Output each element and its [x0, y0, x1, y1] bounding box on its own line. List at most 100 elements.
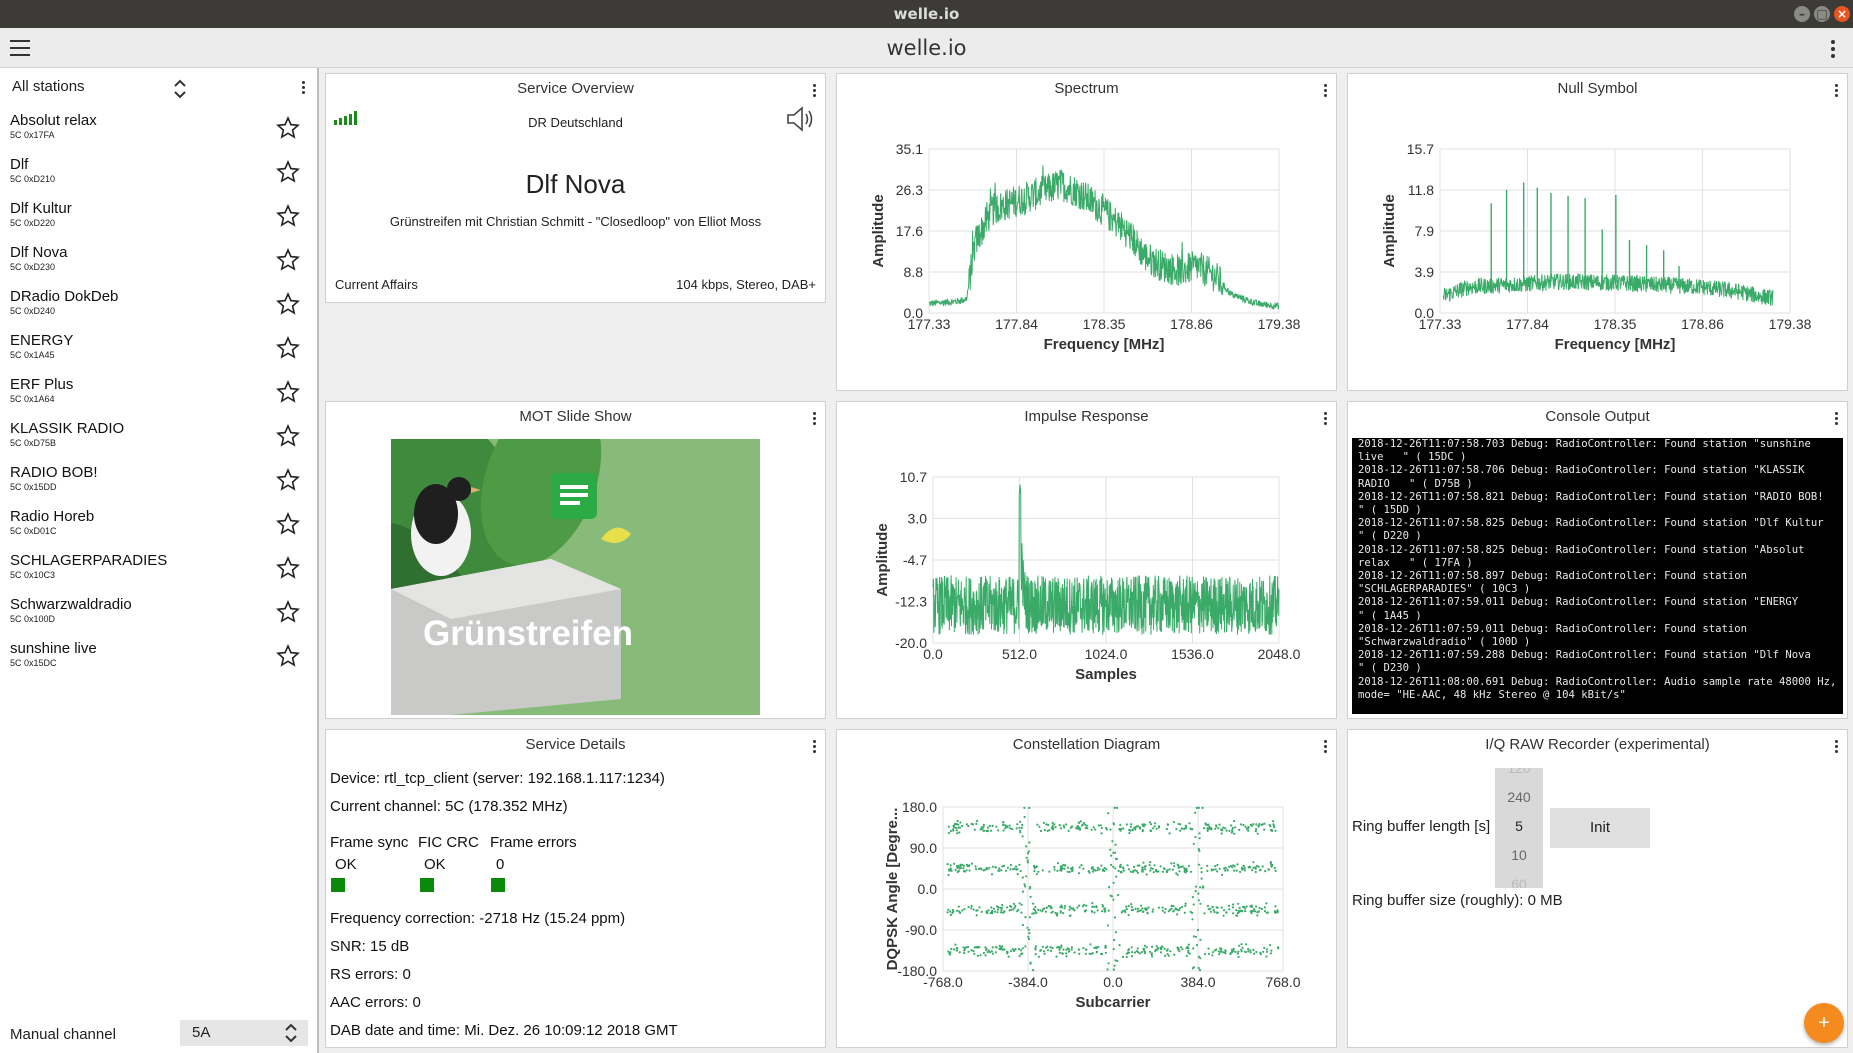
favorite-star-icon[interactable]: [276, 512, 300, 536]
constellation-point: [949, 829, 952, 833]
y-axis-label: Amplitude: [870, 194, 887, 267]
station-item[interactable]: Schwarzwaldradio 5C 0x100D: [10, 596, 310, 640]
console-log[interactable]: 2018-12-26T11:07:58.703 Debug: RadioCont…: [1352, 438, 1843, 714]
constellation-point: [1053, 868, 1056, 871]
station-id: 0xD230: [24, 262, 56, 272]
x-axis-label: Subcarrier: [1075, 994, 1150, 1011]
station-item[interactable]: Dlf Kultur 5C 0xD220: [10, 200, 310, 244]
station-item[interactable]: ENERGY 5C 0x1A45: [10, 332, 310, 376]
constellation-point: [1247, 829, 1250, 832]
station-item[interactable]: ERF Plus 5C 0x1A64: [10, 376, 310, 420]
constellation-point: [1224, 949, 1227, 952]
favorite-star-icon[interactable]: [276, 116, 300, 140]
panel-menu-icon[interactable]: [813, 740, 817, 755]
constellation-point: [1075, 827, 1078, 830]
close-icon[interactable]: ×: [1834, 6, 1850, 22]
favorite-star-icon[interactable]: [276, 160, 300, 184]
favorite-star-icon[interactable]: [276, 336, 300, 360]
constellation-point: [1141, 868, 1144, 871]
constellation-point: [1051, 947, 1054, 950]
favorite-star-icon[interactable]: [276, 556, 300, 580]
manual-channel-select[interactable]: 5A: [180, 1020, 308, 1046]
maximize-icon[interactable]: □: [1814, 6, 1830, 22]
constellation-point: [1254, 867, 1257, 870]
station-item[interactable]: Absolut relax 5C 0x17FA: [10, 112, 310, 156]
constellation-point: [1214, 865, 1217, 868]
ring-length-tumbler[interactable]: 120 240 5 10 60: [1495, 768, 1543, 888]
tumbler-option[interactable]: 120: [1495, 768, 1543, 783]
station-item[interactable]: Dlf 5C 0xD210: [10, 156, 310, 200]
constellation-point: [1185, 867, 1188, 870]
favorite-star-icon[interactable]: [276, 644, 300, 668]
station-item[interactable]: sunshine live 5C 0x15DC: [10, 640, 310, 684]
constellation-point: [1041, 908, 1045, 911]
station-item[interactable]: Radio Horeb 5C 0xD01C: [10, 508, 310, 552]
constellation-point: [1145, 908, 1148, 911]
favorite-star-icon[interactable]: [276, 424, 300, 448]
constellation-point: [973, 828, 976, 831]
x-tick-label: 178.35: [1594, 316, 1637, 332]
constellation-point: [1001, 903, 1004, 907]
constellation-point: [959, 863, 962, 866]
panel-menu-icon[interactable]: [1835, 740, 1839, 755]
constellation-point: [1113, 916, 1116, 919]
constellation-point: [970, 862, 973, 865]
constellation-point: [987, 949, 990, 952]
radiotext: Grünstreifen mit Christian Schmitt - "Cl…: [389, 214, 762, 229]
console-line: 2018-12-26T11:08:00.691 Debug: RadioCont…: [1358, 675, 1843, 701]
favorite-star-icon[interactable]: [276, 380, 300, 404]
tumbler-option[interactable]: 5: [1495, 812, 1543, 841]
favorite-star-icon[interactable]: [276, 600, 300, 624]
constellation-point: [1056, 862, 1060, 865]
constellation-point: [979, 954, 982, 957]
constellation-point: [1034, 953, 1037, 956]
constellation-point: [1002, 823, 1005, 827]
station-item[interactable]: Dlf Nova 5C 0xD230: [10, 244, 310, 288]
y-tick-label: 90.0: [910, 840, 937, 856]
constellation-point: [997, 869, 1000, 872]
panel-menu-icon[interactable]: [813, 412, 817, 427]
constellation-point: [1012, 902, 1015, 905]
constellation-point: [988, 824, 992, 827]
constellation-point: [1209, 907, 1212, 910]
station-name: SCHLAGERPARADIES: [10, 552, 168, 569]
constellation-point: [1127, 868, 1130, 871]
constellation-point: [1185, 947, 1188, 950]
station-filter-select[interactable]: All stations: [12, 78, 85, 95]
sort-chevrons-icon[interactable]: [172, 78, 188, 100]
station-channel: 5C: [10, 570, 22, 580]
favorite-star-icon[interactable]: [276, 468, 300, 492]
constellation-point: [1112, 881, 1115, 884]
constellation-point: [1176, 863, 1179, 866]
constellation-point: [970, 907, 973, 910]
constellation-point: [1068, 914, 1071, 917]
station-item[interactable]: RADIO BOB! 5C 0x15DD: [10, 464, 310, 508]
panel-menu-icon[interactable]: [813, 84, 817, 99]
app-menu-icon[interactable]: [1831, 40, 1835, 61]
constellation-point: [1013, 867, 1016, 870]
favorite-star-icon[interactable]: [276, 248, 300, 272]
constellation-point: [1166, 870, 1169, 874]
station-item[interactable]: SCHLAGERPARADIES 5C 0x10C3: [10, 552, 310, 596]
minimize-icon[interactable]: –: [1794, 6, 1810, 22]
tumbler-option[interactable]: 240: [1495, 783, 1543, 812]
init-button[interactable]: Init: [1550, 808, 1650, 848]
add-fab-button[interactable]: +: [1804, 1003, 1844, 1043]
tumbler-option[interactable]: 60: [1495, 870, 1543, 888]
constellation-point: [949, 951, 952, 954]
station-item[interactable]: DRadio DokDeb 5C 0xD240: [10, 288, 310, 332]
sidebar-menu-icon[interactable]: [302, 81, 306, 96]
panel-menu-icon[interactable]: [1835, 412, 1839, 427]
favorite-star-icon[interactable]: [276, 204, 300, 228]
constellation-point: [1170, 904, 1173, 908]
constellation-point: [1041, 910, 1044, 913]
favorite-star-icon[interactable]: [276, 292, 300, 316]
speaker-icon[interactable]: [785, 105, 817, 133]
mot-slideshow-panel: MOT Slide Show Grünstreifen: [325, 401, 826, 719]
station-item[interactable]: KLASSIK RADIO 5C 0xD75B: [10, 420, 310, 464]
constellation-point: [1117, 894, 1120, 897]
tumbler-option[interactable]: 10: [1495, 841, 1543, 870]
constellation-point: [1273, 867, 1276, 870]
constellation-point: [1002, 948, 1005, 951]
constellation-point: [1111, 840, 1114, 843]
